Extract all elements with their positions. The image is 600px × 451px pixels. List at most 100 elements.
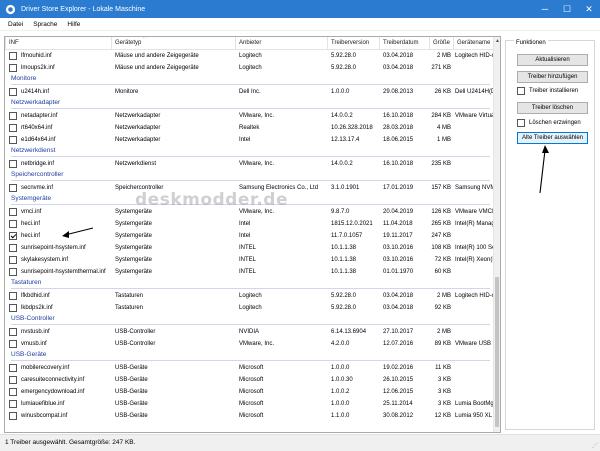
column-device-name[interactable]: Gerätename [453,37,494,50]
table-row[interactable]: lmoups2k.inf Mäuse und andere Zeigegeräte… [5,62,494,74]
group-header[interactable]: Speichercontroller [5,170,494,182]
cell-device-name: Lumia BootMgr [455,401,494,407]
row-checkbox[interactable] [9,400,17,408]
cell-device-type: USB-Geräte [115,389,148,395]
cell-device-name [455,266,494,278]
row-checkbox[interactable] [9,112,17,120]
table-row[interactable]: mobilerecovery.inf USB-Geräte Microsoft 1.0… [5,362,494,374]
table-row[interactable]: nvstusb.inf USB-Controller NVIDIA 6.14.13.6… [5,326,494,338]
table-row[interactable]: caresuiteconnectivity.inf USB-Geräte Micro… [5,374,494,386]
table-row[interactable]: skylakesystem.inf Systemgeräte INTEL 10.1.1… [5,254,494,266]
row-checkbox[interactable] [9,376,17,384]
group-header[interactable]: Monitore [5,74,494,86]
row-checkbox[interactable] [9,292,17,300]
cell-date: 03.10.2016 [383,245,414,251]
group-header[interactable]: Netzwerkdienst [5,146,494,158]
row-checkbox[interactable] [9,340,17,348]
column-inf[interactable]: INF [5,37,111,50]
minimize-button[interactable]: ─ [534,0,556,18]
row-checkbox[interactable] [9,64,17,72]
table-row[interactable]: emergencydownload.inf USB-Geräte Microsoft… [5,386,494,398]
table-row[interactable]: rt640x64.inf Netzwerkadapter Realtek 10.26.… [5,122,494,134]
cell-vendor: Microsoft [239,389,264,395]
column-size[interactable]: Größe [429,37,453,50]
column-vendor[interactable]: Anbieter [235,37,327,50]
menu-help[interactable]: Hilfe [62,21,85,28]
table-row[interactable]: winusbcompat.inf USB-Geräte Microsoft 1.1.0… [5,410,494,422]
force-delete-checkbox[interactable]: Löschen erzwingen [517,118,581,128]
row-checkbox[interactable] [9,256,17,264]
table-row[interactable]: sunrisepoint-hsystemthermal.inf Systemger… [5,266,494,278]
refresh-button[interactable]: Aktualisieren [517,54,588,66]
cell-inf: lmoups2k.inf [21,65,55,71]
row-checkbox[interactable] [9,184,17,192]
row-checkbox[interactable] [9,232,17,240]
app-icon [5,4,16,14]
cell-vendor: Dell Inc. [239,89,261,95]
column-date[interactable]: Treiberdatum [379,37,429,50]
functions-panel: Funktionen Aktualisieren Treiber hinzufü… [503,36,597,433]
group-divider [11,180,490,181]
cell-version: 1.0.0.2 [331,389,350,395]
row-checkbox[interactable] [9,52,17,60]
row-checkbox[interactable] [9,220,17,228]
group-label: Speichercontroller [11,171,64,178]
row-checkbox[interactable] [9,412,17,420]
cell-device-name: Logitech HID-c [455,53,494,59]
table-row[interactable]: e1d64x64.inf Netzwerkadapter Intel 12.13.17… [5,134,494,146]
cell-vendor: Microsoft [239,365,264,371]
table-row[interactable]: lfmouhid.inf Mäuse und andere Zeigegeräte… [5,50,494,62]
row-checkbox[interactable] [9,268,17,276]
cell-inf: nvstusb.inf [21,329,50,335]
menu-file[interactable]: Datei [3,21,28,28]
row-checkbox[interactable] [9,244,17,252]
cell-device-name: Intel(R) Manag [455,221,494,227]
table-row[interactable]: lfkbdhid.inf Tastaturen Logitech 5.92.28.0 0… [5,290,494,302]
cell-date: 12.06.2015 [383,389,414,395]
row-checkbox[interactable] [9,388,17,396]
close-button[interactable]: ✕ [578,0,600,18]
group-header[interactable]: USB-Geräte [5,350,494,362]
row-checkbox[interactable] [9,136,17,144]
row-checkbox[interactable] [9,88,17,96]
driver-list[interactable]: ^ INF Gerätetyp Anbieter Treiberversion … [4,36,501,433]
cell-size: 26 KB [434,89,451,95]
row-checkbox[interactable] [9,160,17,168]
scrollbar-thumb[interactable] [495,277,499,427]
table-row[interactable]: vmusb.inf USB-Controller VMware, Inc. 4.2.0… [5,338,494,350]
cell-date: 01.01.1970 [383,269,414,275]
table-row[interactable]: u2414h.inf Monitore Dell Inc. 1.0.0.0 29.08.… [5,86,494,98]
column-version[interactable]: Treiberversion [327,37,379,50]
group-header[interactable]: Netzwerkadapter [5,98,494,110]
cell-inf: lfkbdhid.inf [21,293,50,299]
row-checkbox[interactable] [9,124,17,132]
column-device-type[interactable]: Gerätetyp [111,37,235,50]
table-row[interactable]: heci.inf Systemgeräte Intel 1815.12.0.2021 1… [5,218,494,230]
table-row[interactable]: netbridge.inf Netzwerkdienst VMware, Inc. 1… [5,158,494,170]
table-row[interactable]: heci.inf Systemgeräte Intel 11.7.0.1057 19.1… [5,230,494,242]
delete-driver-button[interactable]: Treiber löschen [517,102,588,114]
add-driver-button[interactable]: Treiber hinzufügen [517,71,588,83]
scroll-up-icon[interactable]: ▲ [495,38,500,44]
menu-language[interactable]: Sprache [28,21,62,28]
table-row[interactable]: lumiauefiblue.inf USB-Geräte Microsoft 1.0.… [5,398,494,410]
maximize-button[interactable]: ☐ [556,0,578,18]
group-header[interactable]: USB-Controller [5,314,494,326]
select-old-drivers-button[interactable]: Alte Treiber auswählen [517,132,588,144]
row-checkbox[interactable] [9,304,17,312]
table-row[interactable]: lkbdps2k.inf Tastaturen Logitech 5.92.28.0 0… [5,302,494,314]
row-checkbox[interactable] [9,208,17,216]
table-row[interactable]: netadapter.inf Netzwerkadapter VMware, Inc… [5,110,494,122]
row-checkbox[interactable] [9,364,17,372]
resize-grip-icon[interactable]: ⋰ [592,442,598,449]
vertical-scrollbar[interactable]: ▲ [493,37,500,432]
checkbox-box[interactable] [517,119,525,127]
group-header[interactable]: Tastaturen [5,278,494,290]
cell-inf: vmci.inf [21,209,42,215]
cell-device-name [455,302,494,314]
table-row[interactable]: sunrisepoint-hsystem.inf Systemgeräte INTE… [5,242,494,254]
cell-device-type: Netzwerkadapter [115,125,161,131]
row-checkbox[interactable] [9,328,17,336]
checkbox-box[interactable] [517,87,525,95]
install-driver-checkbox[interactable]: Treiber installieren [517,86,578,96]
